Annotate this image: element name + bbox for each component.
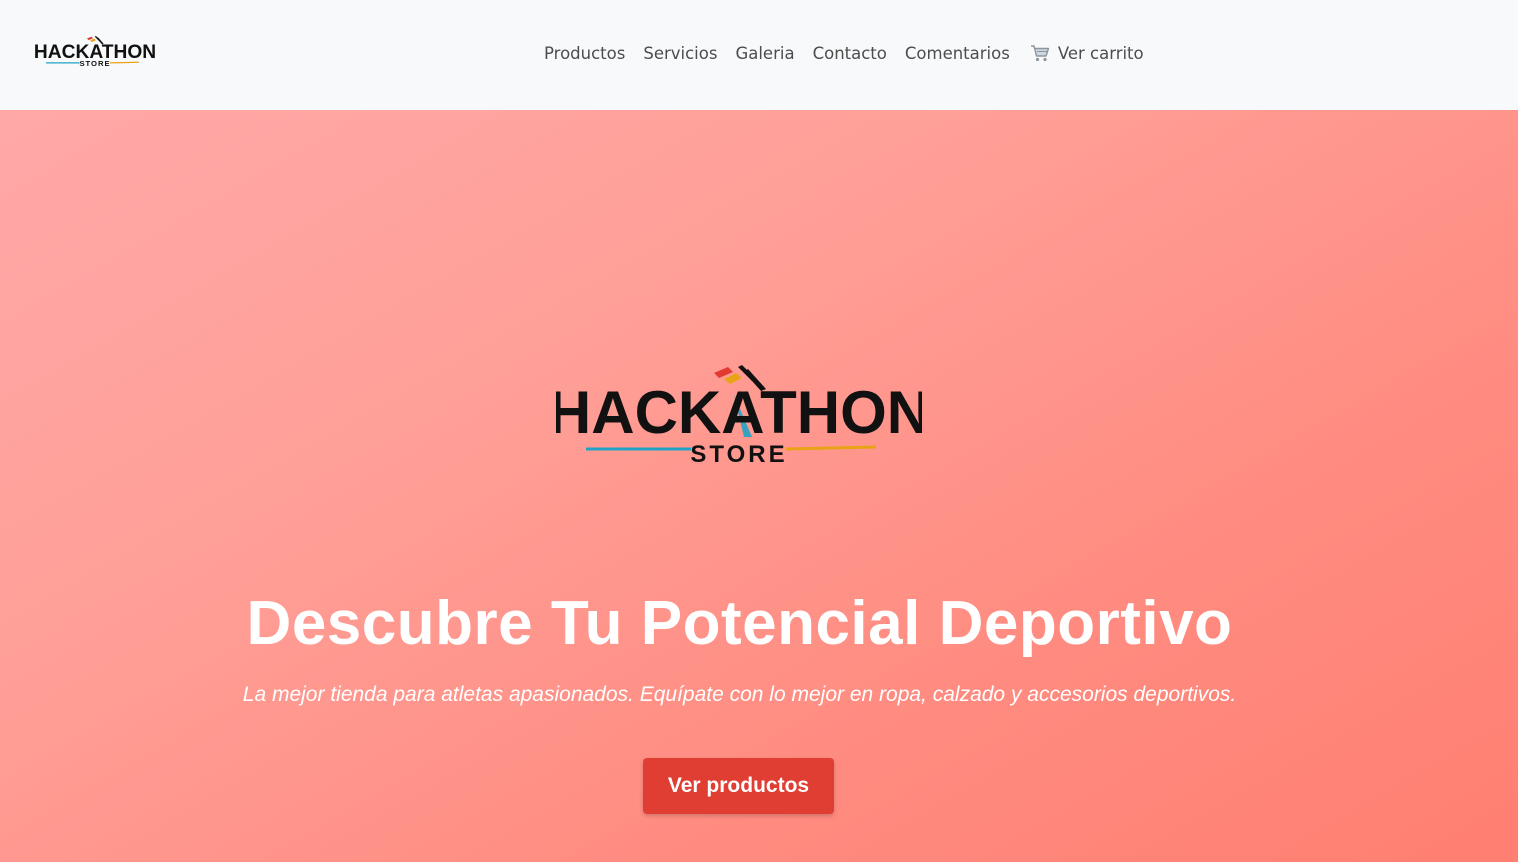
hero-brand-logo: HACKATHON STORE bbox=[556, 365, 922, 465]
navbar: HACKATHON STORE Productos Servicios Gale… bbox=[0, 0, 1518, 110]
nav-link-cart[interactable]: Ver carrito bbox=[1021, 44, 1153, 63]
nav-link-contacto[interactable]: Contacto bbox=[804, 44, 896, 63]
cart-link-label: Ver carrito bbox=[1057, 43, 1144, 63]
shopping-cart-icon bbox=[1030, 44, 1050, 62]
brand-logo[interactable]: HACKATHON STORE bbox=[34, 36, 156, 68]
brand-logo-sub: STORE bbox=[79, 59, 110, 68]
nav-link-galeria[interactable]: Galeria bbox=[726, 44, 803, 63]
nav-link-productos[interactable]: Productos bbox=[535, 44, 634, 63]
hero-logo-wordmark: HACKATHON bbox=[556, 379, 922, 446]
nav-link-comentarios[interactable]: Comentarios bbox=[896, 44, 1019, 63]
view-products-button[interactable]: Ver productos bbox=[643, 758, 834, 814]
hero-title: Descubre Tu Potencial Deportivo bbox=[246, 589, 1233, 658]
nav-link-servicios[interactable]: Servicios bbox=[634, 44, 726, 63]
hero-section: HACKATHON STORE Descubre Tu Potencial De… bbox=[0, 110, 1518, 862]
hero-subtitle: La mejor tienda para atletas apasionados… bbox=[242, 683, 1237, 706]
hero-logo-sub: STORE bbox=[690, 441, 787, 465]
nav-links: Productos Servicios Galeria Contacto Com… bbox=[535, 40, 1153, 66]
